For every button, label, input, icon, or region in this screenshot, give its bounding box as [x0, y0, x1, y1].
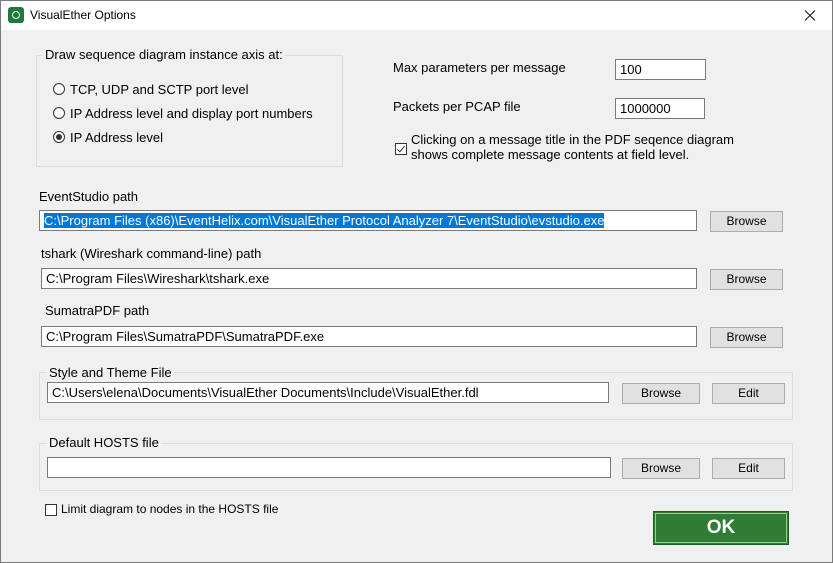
pdf-click-checkbox[interactable] — [395, 143, 407, 155]
radio-label: TCP, UDP and SCTP port level — [70, 81, 249, 97]
radio-ip-level[interactable]: IP Address level — [53, 128, 163, 146]
radio-label: IP Address level — [70, 129, 163, 145]
eventstudio-path-text: C:\Program Files (x86)\EventHelix.com\Vi… — [44, 213, 605, 228]
packets-pcap-label: Packets per PCAP file — [393, 99, 521, 114]
hosts-legend: Default HOSTS file — [47, 435, 161, 450]
eventstudio-label: EventStudio path — [39, 189, 139, 204]
eventstudio-browse-button[interactable]: Browse — [710, 211, 783, 232]
close-icon[interactable] — [786, 1, 832, 30]
radio-button-selected-icon[interactable] — [53, 131, 65, 143]
tshark-browse-button[interactable]: Browse — [710, 269, 783, 290]
tshark-path-input[interactable]: C:\Program Files\Wireshark\tshark.exe — [41, 268, 697, 289]
radio-ip-port[interactable]: IP Address level and display port number… — [53, 104, 313, 122]
max-params-label: Max parameters per message — [393, 60, 566, 75]
tshark-label: tshark (Wireshark command-line) path — [41, 246, 262, 261]
sumatra-browse-button[interactable]: Browse — [710, 327, 783, 348]
sumatra-label: SumatraPDF path — [45, 303, 150, 318]
window-title: VisualEther Options — [30, 8, 136, 22]
style-theme-input[interactable]: C:\Users\elena\Documents\VisualEther Doc… — [47, 382, 609, 403]
radio-button-icon[interactable] — [53, 107, 65, 119]
limit-hosts-label: Limit diagram to nodes in the HOSTS file — [61, 502, 279, 516]
axis-group-legend: Draw sequence diagram instance axis at: — [43, 47, 285, 62]
hosts-browse-button[interactable]: Browse — [622, 458, 700, 479]
hosts-input[interactable] — [47, 457, 611, 478]
max-params-input[interactable]: 100 — [615, 59, 706, 80]
radio-label: IP Address level and display port number… — [70, 105, 313, 121]
app-logo-icon — [8, 7, 24, 23]
style-theme-browse-button[interactable]: Browse — [622, 383, 700, 404]
limit-hosts-checkbox[interactable] — [45, 504, 57, 516]
radio-button-icon[interactable] — [53, 83, 65, 95]
pdf-click-label-line2: shows complete message contents at field… — [411, 147, 690, 162]
ok-button[interactable]: OK — [653, 511, 789, 545]
packets-pcap-input[interactable]: 1000000 — [615, 98, 705, 119]
options-dialog: VisualEther Options Draw sequence diagra… — [0, 0, 833, 563]
title-bar[interactable]: VisualEther Options — [1, 1, 832, 30]
style-theme-legend: Style and Theme File — [47, 365, 174, 380]
sumatra-path-input[interactable]: C:\Program Files\SumatraPDF\SumatraPDF.e… — [41, 326, 697, 347]
radio-tcp-udp-sctp[interactable]: TCP, UDP and SCTP port level — [53, 80, 248, 98]
hosts-edit-button[interactable]: Edit — [712, 458, 785, 479]
pdf-click-label-line1: Clicking on a message title in the PDF s… — [411, 132, 734, 147]
eventstudio-path-input[interactable]: C:\Program Files (x86)\EventHelix.com\Vi… — [39, 210, 697, 231]
style-theme-edit-button[interactable]: Edit — [712, 383, 785, 404]
